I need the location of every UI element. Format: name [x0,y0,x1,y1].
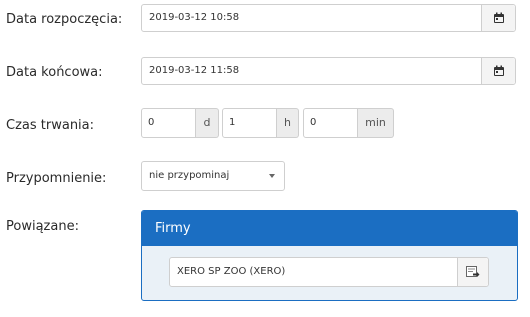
duration-hours-unit: h [277,108,299,138]
duration-label: Czas trwania: [6,118,95,133]
start-date-value[interactable]: 2019-03-12 10:58 [149,5,239,31]
end-date-label: Data końcowa: [6,65,103,80]
chevron-down-icon [269,174,275,178]
calendar-icon [493,65,504,76]
related-label: Powiązane: [6,219,79,234]
select-company-button[interactable] [457,258,488,286]
calendar-icon [493,12,504,23]
related-companies-panel: Firmy XERO SP ZOO (XERO) [141,210,518,301]
reminder-label: Przypomnienie: [6,171,107,186]
panel-title: Firmy [142,211,517,246]
start-date-label: Data rozpoczęcia: [6,12,123,27]
duration-minutes-unit: min [358,108,394,138]
reminder-value: nie przypominaj [149,170,230,181]
duration-hours-input[interactable]: 1 [222,108,277,138]
start-date-field[interactable]: 2019-03-12 10:58 [141,4,516,32]
start-date-calendar-button[interactable] [481,5,515,31]
duration-days-unit: d [196,108,219,138]
duration-group: 0 d 1 h 0 min [141,108,394,138]
company-value: XERO SP ZOO (XERO) [177,266,286,277]
end-date-value[interactable]: 2019-03-12 11:58 [149,58,239,84]
duration-days-input[interactable]: 0 [141,108,196,138]
end-date-calendar-button[interactable] [481,58,515,84]
select-record-icon [466,266,480,277]
company-field[interactable]: XERO SP ZOO (XERO) [169,257,489,287]
duration-minutes-input[interactable]: 0 [303,108,358,138]
end-date-field[interactable]: 2019-03-12 11:58 [141,57,516,85]
reminder-select[interactable]: nie przypominaj [141,161,285,191]
